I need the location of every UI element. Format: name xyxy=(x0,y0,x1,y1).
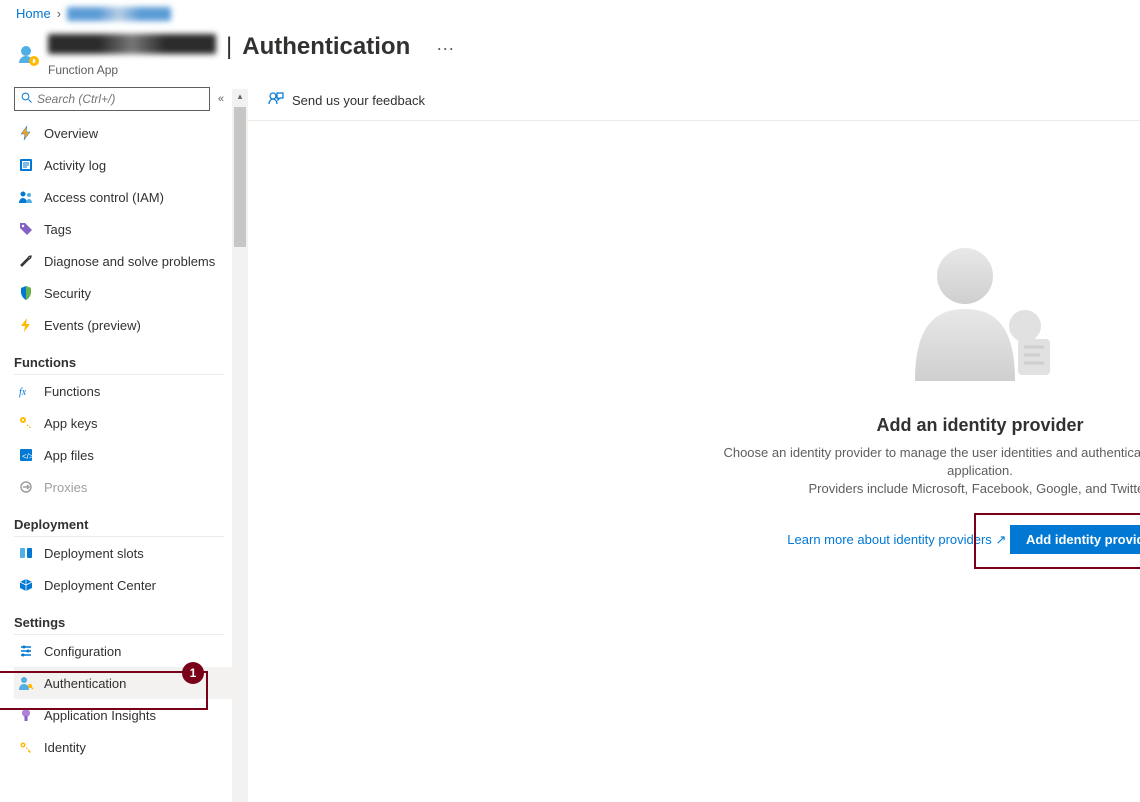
sidebar-item-identity[interactable]: Identity xyxy=(14,731,232,763)
sidebar-item-functions[interactable]: fx Functions xyxy=(14,375,232,407)
tag-icon xyxy=(18,221,34,237)
chevron-right-icon: › xyxy=(57,6,61,21)
identity-icon xyxy=(18,739,34,755)
sidebar-item-label: Application Insights xyxy=(44,708,156,723)
external-link-icon: ↗ xyxy=(995,532,1006,547)
main-content: Send us your feedback xyxy=(248,81,1140,802)
deploy-center-icon xyxy=(18,577,34,593)
sidebar-scrollbar[interactable]: ▴ xyxy=(232,89,248,802)
sidebar-item-proxies: Proxies xyxy=(14,471,232,503)
log-icon xyxy=(18,157,34,173)
learn-more-link[interactable]: Learn more about identity providers ↗ xyxy=(787,532,1010,547)
person-key-icon xyxy=(18,675,34,691)
sidebar-item-label: Functions xyxy=(44,384,100,399)
empty-state-heading: Add an identity provider xyxy=(720,415,1140,436)
add-identity-provider-button[interactable]: Add identity provider xyxy=(1010,525,1140,554)
svg-text:</>: </> xyxy=(22,452,34,461)
scrollbar-thumb[interactable] xyxy=(234,107,246,247)
fx-icon: fx xyxy=(18,383,34,399)
page-header: | Authentication ··· Function App xyxy=(0,25,1140,81)
sidebar-item-label: Events (preview) xyxy=(44,318,141,333)
sidebar-item-label: App files xyxy=(44,448,94,463)
page-title: Authentication xyxy=(242,33,410,61)
search-icon xyxy=(21,92,33,107)
svg-text:fx: fx xyxy=(19,387,27,398)
files-icon: </> xyxy=(18,447,34,463)
sidebar-item-activity-log[interactable]: Activity log xyxy=(14,149,232,181)
sidebar-item-access-control-iam-[interactable]: Access control (IAM) xyxy=(14,181,232,213)
sidebar-item-events-preview-[interactable]: Events (preview) xyxy=(14,309,232,341)
sidebar-item-label: Activity log xyxy=(44,158,106,173)
sidebar-item-security[interactable]: Security xyxy=(14,277,232,309)
collapse-sidebar-button[interactable]: « xyxy=(218,93,224,105)
sidebar-section-heading: Functions xyxy=(14,349,224,375)
people-icon xyxy=(18,189,34,205)
insights-icon xyxy=(18,707,34,723)
sidebar-item-label: Identity xyxy=(44,740,86,755)
function-app-icon xyxy=(16,43,40,67)
sidebar-item-label: Deployment Center xyxy=(44,578,156,593)
feedback-icon xyxy=(268,91,284,110)
sidebar: « Overview Activity log Access control (IA… xyxy=(0,81,248,802)
sliders-icon xyxy=(18,643,34,659)
empty-state: Add an identity provider Choose an ident… xyxy=(720,231,1140,554)
sidebar-section-heading: Settings xyxy=(14,609,224,635)
sidebar-item-overview[interactable]: Overview xyxy=(14,117,232,149)
sidebar-search[interactable] xyxy=(14,87,210,111)
sidebar-item-deployment-slots[interactable]: Deployment slots xyxy=(14,537,232,569)
breadcrumb-home[interactable]: Home xyxy=(16,6,51,21)
feedback-label: Send us your feedback xyxy=(292,93,425,108)
sidebar-search-input[interactable] xyxy=(37,92,203,106)
sidebar-item-tags[interactable]: Tags xyxy=(14,213,232,245)
slots-icon xyxy=(18,545,34,561)
empty-state-desc-2: Providers include Microsoft, Facebook, G… xyxy=(809,481,1140,496)
sidebar-item-application-insights[interactable]: Application Insights xyxy=(14,699,232,731)
bolt-icon xyxy=(18,317,34,333)
sidebar-item-label: Access control (IAM) xyxy=(44,190,164,205)
sidebar-item-app-files[interactable]: </> App files xyxy=(14,439,232,471)
resource-name xyxy=(48,34,216,54)
sidebar-item-label: Proxies xyxy=(44,480,87,495)
breadcrumb-resource[interactable] xyxy=(67,7,171,21)
sidebar-item-label: Authentication xyxy=(44,676,126,691)
sidebar-item-label: Tags xyxy=(44,222,71,237)
sidebar-section-heading: Deployment xyxy=(14,511,224,537)
sidebar-item-label: App keys xyxy=(44,416,97,431)
sidebar-item-label: Deployment slots xyxy=(44,546,144,561)
empty-state-desc-1: Choose an identity provider to manage th… xyxy=(723,445,1140,478)
page-subtitle: Function App xyxy=(48,63,454,77)
sidebar-item-diagnose-and-solve-problems[interactable]: Diagnose and solve problems xyxy=(14,245,232,277)
key-icon xyxy=(18,415,34,431)
shield-icon xyxy=(18,285,34,301)
feedback-bar[interactable]: Send us your feedback xyxy=(248,81,1140,121)
scroll-up-icon[interactable]: ▴ xyxy=(232,91,248,102)
sidebar-item-app-keys[interactable]: App keys xyxy=(14,407,232,439)
identity-provider-illustration xyxy=(900,231,1060,391)
sidebar-item-configuration[interactable]: Configuration xyxy=(14,635,232,667)
more-actions-button[interactable]: ··· xyxy=(418,38,454,59)
sidebar-item-label: Security xyxy=(44,286,91,301)
annotation-badge-1: 1 xyxy=(182,662,204,684)
title-separator: | xyxy=(224,33,234,61)
lightning-icon xyxy=(18,125,34,141)
breadcrumb: Home › xyxy=(0,0,1140,25)
proxy-icon xyxy=(18,479,34,495)
sidebar-item-deployment-center[interactable]: Deployment Center xyxy=(14,569,232,601)
sidebar-item-label: Overview xyxy=(44,126,98,141)
sidebar-item-label: Diagnose and solve problems xyxy=(44,254,215,269)
wrench-icon xyxy=(18,253,34,269)
sidebar-item-label: Configuration xyxy=(44,644,121,659)
